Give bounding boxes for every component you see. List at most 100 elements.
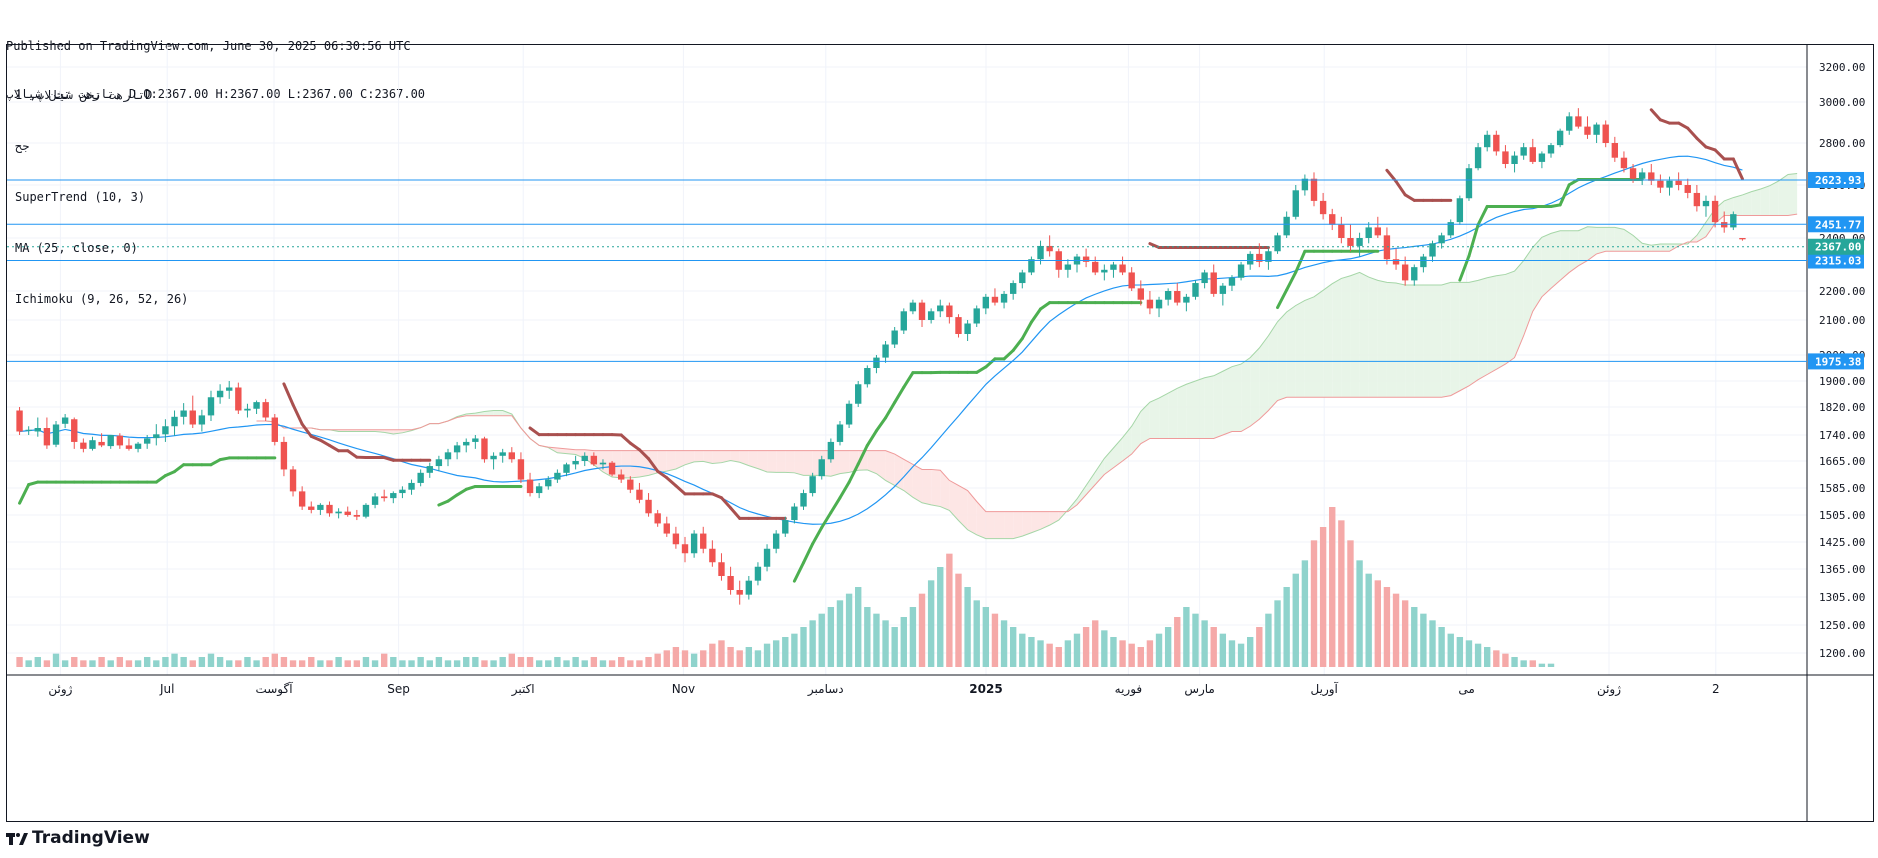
candle[interactable] [198, 415, 206, 425]
candle[interactable] [435, 459, 443, 467]
candle[interactable] [1210, 272, 1217, 294]
candle[interactable] [645, 499, 652, 514]
candle[interactable] [581, 455, 588, 461]
candle[interactable] [1502, 151, 1509, 164]
candle[interactable] [134, 443, 142, 449]
candle[interactable] [818, 459, 825, 477]
candle[interactable] [517, 459, 525, 480]
candle[interactable] [1338, 224, 1345, 238]
candle[interactable] [426, 466, 433, 473]
candle[interactable] [772, 533, 780, 549]
candle[interactable] [918, 302, 926, 320]
candle[interactable] [1374, 227, 1382, 236]
candle[interactable] [1711, 200, 1719, 223]
candle[interactable] [463, 441, 470, 446]
candle[interactable] [1155, 299, 1163, 309]
brand[interactable]: TradingView [6, 828, 150, 848]
candle[interactable] [1283, 216, 1290, 236]
candle[interactable] [481, 438, 488, 460]
candle[interactable] [34, 428, 41, 432]
candle[interactable] [326, 504, 333, 514]
candle[interactable] [125, 445, 133, 449]
candle[interactable] [16, 410, 23, 432]
candle[interactable] [1456, 198, 1464, 223]
candle[interactable] [599, 462, 607, 465]
candle[interactable] [1274, 235, 1281, 252]
legend-ichimoku[interactable]: Ichimoku (9, 26, 52, 26) [15, 291, 188, 308]
candle[interactable] [61, 417, 69, 424]
candle[interactable] [1593, 124, 1600, 135]
candle[interactable] [226, 387, 233, 391]
candle[interactable] [1201, 272, 1208, 284]
candle[interactable] [1420, 256, 1427, 268]
candle[interactable] [371, 496, 379, 505]
candle[interactable] [262, 402, 269, 418]
candle[interactable] [909, 302, 917, 312]
candle[interactable] [745, 580, 753, 595]
candle[interactable] [955, 317, 962, 334]
candle[interactable] [298, 491, 306, 507]
candle[interactable] [1119, 264, 1126, 273]
candle[interactable] [1739, 238, 1746, 240]
candle[interactable] [964, 323, 971, 335]
candle[interactable] [927, 311, 935, 320]
candle[interactable] [654, 513, 661, 524]
candle[interactable] [353, 515, 361, 517]
candle[interactable] [608, 462, 616, 475]
candle[interactable] [1146, 299, 1154, 309]
candle[interactable] [873, 357, 880, 368]
candle[interactable] [827, 441, 835, 460]
candle[interactable] [1429, 243, 1436, 257]
candle[interactable] [1566, 116, 1573, 131]
candle[interactable] [335, 511, 342, 514]
candle[interactable] [180, 410, 187, 417]
candle[interactable] [1730, 214, 1737, 228]
candle[interactable] [1511, 155, 1518, 164]
candle[interactable] [800, 493, 807, 507]
candle[interactable] [736, 590, 743, 595]
candle[interactable] [636, 489, 643, 500]
candle[interactable] [1602, 124, 1609, 143]
candle[interactable] [1101, 269, 1108, 273]
candle[interactable] [1547, 145, 1555, 154]
candle[interactable] [845, 403, 853, 425]
candle[interactable] [89, 440, 96, 449]
candle[interactable] [864, 368, 871, 385]
candle[interactable] [107, 435, 114, 447]
candle[interactable] [1292, 190, 1299, 217]
candle[interactable] [891, 330, 898, 345]
candle[interactable] [98, 441, 105, 446]
candle[interactable] [1000, 293, 1008, 303]
candle[interactable] [25, 429, 32, 431]
candle[interactable] [1584, 126, 1591, 135]
candle[interactable] [1575, 116, 1582, 127]
candle[interactable] [937, 305, 944, 312]
candle[interactable] [526, 479, 534, 494]
candle[interactable] [1037, 245, 1044, 260]
candle[interactable] [973, 308, 980, 324]
candle[interactable] [982, 296, 990, 309]
candle[interactable] [1310, 178, 1318, 201]
candle[interactable] [499, 452, 506, 456]
candle[interactable] [1702, 200, 1710, 207]
candle[interactable] [1638, 172, 1646, 179]
candle[interactable] [554, 472, 561, 480]
candle[interactable] [946, 305, 953, 318]
candle[interactable] [1228, 277, 1236, 286]
candle[interactable] [1556, 130, 1564, 146]
candle[interactable] [289, 469, 297, 492]
candle[interactable] [1137, 288, 1144, 300]
candle[interactable] [43, 428, 51, 446]
candle[interactable] [791, 506, 798, 521]
candle[interactable] [417, 472, 424, 483]
candle[interactable] [399, 489, 406, 494]
candle[interactable] [882, 344, 889, 358]
candle[interactable] [1493, 134, 1500, 152]
candle[interactable] [763, 548, 771, 567]
candle[interactable] [663, 523, 670, 534]
candle[interactable] [1009, 283, 1017, 294]
candle[interactable] [380, 496, 388, 499]
candle[interactable] [1484, 134, 1491, 148]
candle[interactable] [1019, 272, 1026, 284]
candle[interactable] [1666, 180, 1673, 188]
